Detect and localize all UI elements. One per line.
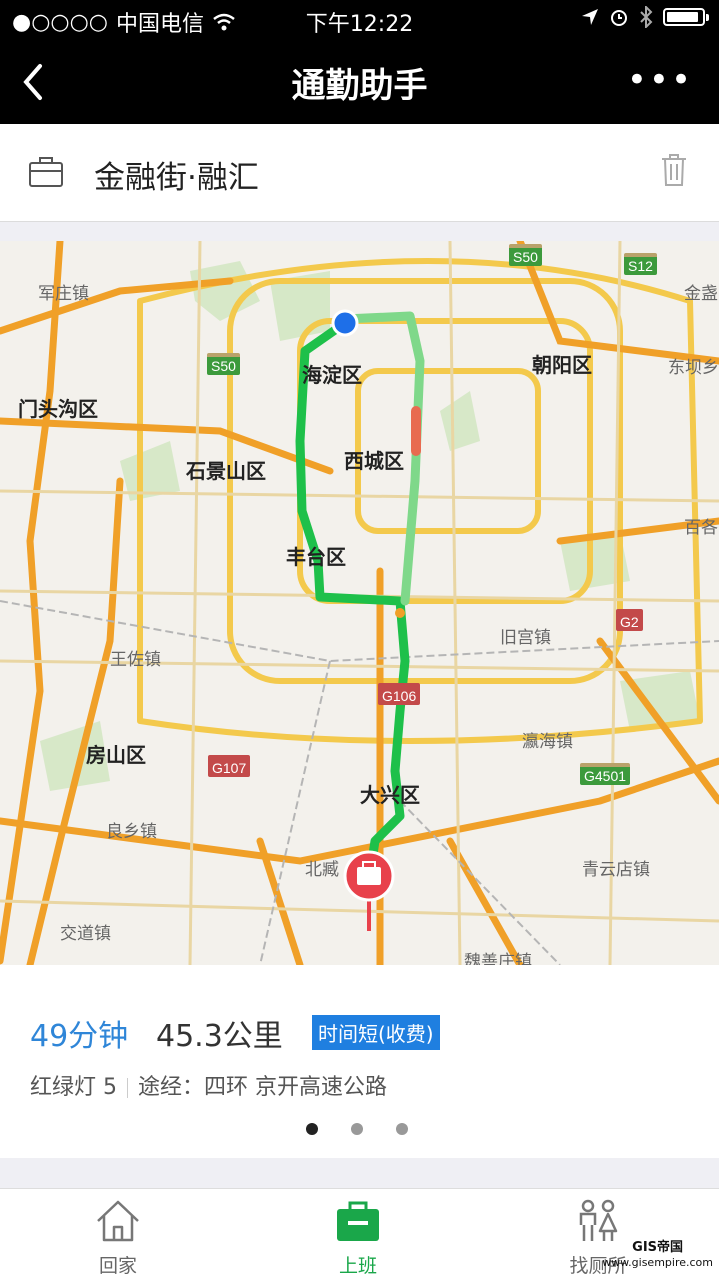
map-label-jiugong: 旧宫镇 <box>500 628 551 648</box>
briefcase-outline-icon <box>29 157 63 187</box>
briefcase-icon <box>337 1201 379 1241</box>
bluetooth-icon <box>640 6 653 28</box>
route-distance: 45.3公里 <box>156 1019 283 1054</box>
status-bar: ●○○○○ 中国电信 下午12:22 <box>0 0 719 40</box>
page-dot-2[interactable] <box>351 1123 363 1135</box>
page-title: 通勤助手 <box>291 66 428 106</box>
route-duration: 49分钟 <box>30 1019 129 1054</box>
alarm-icon <box>611 10 627 26</box>
page-dot-3[interactable] <box>396 1123 408 1135</box>
map-label-wangzuo: 王佐镇 <box>110 650 161 670</box>
battery-icon <box>663 8 709 26</box>
road-shield-s12: S12 <box>624 253 657 275</box>
destination-name: 金融街·融汇 <box>94 160 259 196</box>
watermark-line2: www.gisempire.com <box>602 1256 713 1269</box>
road-shield-g106: G106 <box>378 683 421 705</box>
page-indicator[interactable] <box>306 1123 408 1135</box>
more-options-button[interactable]: ••• <box>627 63 693 97</box>
destination-row[interactable]: 金融街·融汇 <box>0 124 719 222</box>
watermark: GIS帝国 www.gisempire.com <box>602 1240 713 1270</box>
start-marker <box>331 309 359 337</box>
map-label-chaoyang: 朝阳区 <box>532 353 592 377</box>
road-shield-g2: G2 <box>616 609 643 631</box>
map-label-haidian: 海淀区 <box>302 363 362 387</box>
map-label-baige: 百各 <box>684 518 718 538</box>
home-icon <box>97 1200 139 1242</box>
map-label-daxing: 大兴区 <box>360 783 420 807</box>
map-label-jinzhan: 金盏 <box>684 284 718 304</box>
route-info-card[interactable]: 49分钟 45.3公里 时间短(收费) 红绿灯 5 途经：四环 京开高速公路 <box>0 965 719 1158</box>
map-label-fengtai: 丰台区 <box>286 545 346 569</box>
destination-marker <box>343 850 395 931</box>
map-label-liangxiang: 良乡镇 <box>106 822 157 842</box>
page-dot-1[interactable] <box>306 1123 318 1135</box>
road-shield-s50-west: S50 <box>207 353 240 375</box>
route-map[interactable]: 海淀区 朝阳区 门头沟区 西城区 石景山区 丰台区 房山区 大兴区 军庄镇 金盏… <box>0 241 719 965</box>
map-label-jiaodao: 交道镇 <box>60 924 111 944</box>
map-label-yinghai: 瀛海镇 <box>522 732 573 752</box>
road-shield-g4501: G4501 <box>580 763 631 785</box>
map-label-xicheng: 西城区 <box>344 449 404 473</box>
map-label-weishanzhuang: 魏善庄镇 <box>464 952 532 965</box>
tab-home[interactable]: 回家 <box>58 1199 178 1278</box>
map-label-junzhuang: 军庄镇 <box>38 284 89 304</box>
nav-bar: 通勤助手 ••• <box>0 40 719 124</box>
watermark-line1: GIS帝国 <box>632 1240 684 1255</box>
map-label-qingyundian: 青云店镇 <box>582 860 650 880</box>
map-label-mentougou: 门头沟区 <box>18 397 98 421</box>
map-label-shijingshan: 石景山区 <box>186 459 266 483</box>
route-tag-badge: 时间短(收费) <box>312 1015 440 1050</box>
traffic-lights-count: 红绿灯 5 <box>30 1075 117 1100</box>
tab-work[interactable]: 上班 <box>298 1199 418 1278</box>
route-details: 红绿灯 5 途经：四环 京开高速公路 <box>30 1069 387 1101</box>
restroom-icon <box>579 1199 618 1241</box>
location-arrow-icon <box>582 9 598 25</box>
map-label-dongba: 东坝乡 <box>668 358 719 378</box>
tab-work-label: 上班 <box>338 1255 377 1277</box>
road-shield-g107: G107 <box>208 755 251 777</box>
map-label-fangshan: 房山区 <box>86 743 146 767</box>
map-label-beizang: 北臧 <box>305 860 339 880</box>
road-shield-s50-north: S50 <box>509 244 542 266</box>
details-divider <box>127 1078 128 1098</box>
route-via: 途经：四环 京开高速公路 <box>138 1075 387 1100</box>
tab-home-label: 回家 <box>98 1255 137 1277</box>
trash-icon[interactable] <box>659 152 689 188</box>
